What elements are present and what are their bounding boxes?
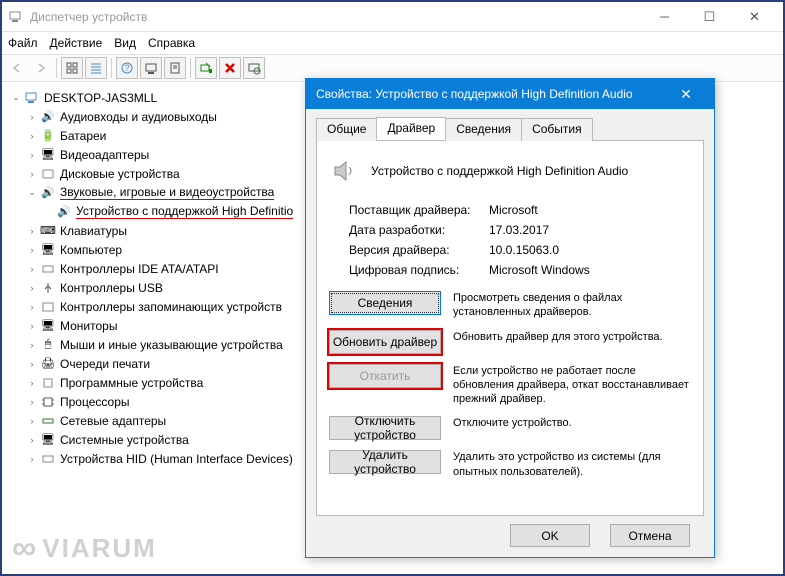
storage-icon xyxy=(40,299,56,315)
rollback-driver-button[interactable]: Откатить xyxy=(329,364,441,388)
driver-details-button[interactable]: Сведения xyxy=(329,291,441,315)
chevron-right-icon[interactable]: › xyxy=(26,111,38,123)
chevron-right-icon[interactable]: › xyxy=(26,415,38,427)
device-manager-icon xyxy=(8,9,24,25)
tool-scan[interactable] xyxy=(140,57,162,79)
tool-forward[interactable] xyxy=(30,57,52,79)
chevron-right-icon[interactable]: › xyxy=(26,339,38,351)
controller-icon xyxy=(40,261,56,277)
keyboard-icon: ⌨ xyxy=(40,223,56,239)
tool-back[interactable] xyxy=(6,57,28,79)
software-icon xyxy=(40,375,56,391)
computer-icon: 🖥 xyxy=(40,242,56,258)
system-icon: 🖥 xyxy=(40,432,56,448)
watermark: ∞VIARUM xyxy=(12,529,157,568)
desc-update: Обновить драйвер для этого устройства. xyxy=(453,330,691,344)
chevron-right-icon[interactable]: › xyxy=(26,225,38,237)
main-titlebar: Диспетчер устройств ─ ☐ ✕ xyxy=(2,2,783,32)
mouse-icon: 🖱 xyxy=(40,337,56,353)
speaker-icon: 🔊 xyxy=(40,185,56,201)
disable-device-button[interactable]: Отключить устройство xyxy=(329,416,441,440)
menu-file[interactable]: Файл xyxy=(8,36,38,50)
menu-action[interactable]: Действие xyxy=(50,36,103,50)
menubar: Файл Действие Вид Справка xyxy=(2,32,783,54)
menu-view[interactable]: Вид xyxy=(114,36,136,50)
update-driver-button[interactable]: Обновить драйвер xyxy=(329,330,441,354)
dialog-panel: Устройство с поддержкой High Definition … xyxy=(316,140,704,516)
value-signer: Microsoft Windows xyxy=(489,263,691,277)
desc-disable: Отключите устройство. xyxy=(453,416,691,430)
speaker-icon xyxy=(329,155,361,187)
battery-icon: 🔋 xyxy=(40,128,56,144)
close-button[interactable]: ✕ xyxy=(732,3,777,31)
value-version: 10.0.15063.0 xyxy=(489,243,691,257)
value-provider: Microsoft xyxy=(489,203,691,217)
usb-icon xyxy=(40,280,56,296)
tab-general[interactable]: Общие xyxy=(316,118,377,141)
chevron-right-icon[interactable]: › xyxy=(26,301,38,313)
chevron-right-icon[interactable]: › xyxy=(26,434,38,446)
dialog-titlebar[interactable]: Свойства: Устройство с поддержкой High D… xyxy=(306,79,714,109)
desc-details: Просмотреть сведения о файлах установлен… xyxy=(453,291,691,320)
label-provider: Поставщик драйвера: xyxy=(349,203,489,217)
label-signer: Цифровая подпись: xyxy=(349,263,489,277)
chevron-right-icon[interactable]: › xyxy=(26,453,38,465)
chevron-right-icon[interactable]: › xyxy=(26,244,38,256)
tool-help[interactable]: ? xyxy=(116,57,138,79)
dialog-tabs: Общие Драйвер Сведения События xyxy=(316,117,704,140)
desc-uninstall: Удалить это устройство из системы (для о… xyxy=(453,450,691,479)
maximize-button[interactable]: ☐ xyxy=(687,3,732,31)
chevron-right-icon[interactable]: › xyxy=(26,130,38,142)
speaker-icon: 🔊 xyxy=(56,204,72,220)
tab-details[interactable]: Сведения xyxy=(445,118,522,141)
chevron-right-icon[interactable]: › xyxy=(26,263,38,275)
tool-view-grid[interactable] xyxy=(61,57,83,79)
cpu-icon xyxy=(40,394,56,410)
display-icon: 🖥 xyxy=(40,147,56,163)
network-icon xyxy=(40,413,56,429)
label-version: Версия драйвера: xyxy=(349,243,489,257)
uninstall-device-button[interactable]: Удалить устройство xyxy=(329,450,441,474)
value-date: 17.03.2017 xyxy=(489,223,691,237)
chevron-down-icon[interactable]: ⌄ xyxy=(10,92,22,104)
chevron-right-icon[interactable]: › xyxy=(26,377,38,389)
menu-help[interactable]: Справка xyxy=(148,36,195,50)
chevron-right-icon[interactable]: › xyxy=(26,396,38,408)
chevron-right-icon[interactable]: › xyxy=(26,149,38,161)
printer-icon: 🖨 xyxy=(40,356,56,372)
chevron-right-icon[interactable]: › xyxy=(26,320,38,332)
ok-button[interactable]: OK xyxy=(510,524,590,547)
properties-dialog: Свойства: Устройство с поддержкой High D… xyxy=(305,78,715,558)
cancel-button[interactable]: Отмена xyxy=(610,524,690,547)
disk-icon xyxy=(40,166,56,182)
minimize-button[interactable]: ─ xyxy=(642,3,687,31)
tool-refresh[interactable] xyxy=(243,57,265,79)
audio-icon: 🔊 xyxy=(40,109,56,125)
monitor-icon: 🖥 xyxy=(40,318,56,334)
computer-icon xyxy=(24,90,40,106)
svg-text:?: ? xyxy=(124,63,129,73)
tab-driver[interactable]: Драйвер xyxy=(376,117,446,140)
window-title: Диспетчер устройств xyxy=(30,10,642,24)
device-name: Устройство с поддержкой High Definition … xyxy=(371,164,628,178)
chevron-right-icon[interactable]: › xyxy=(26,358,38,370)
tool-view-details[interactable] xyxy=(85,57,107,79)
tab-events[interactable]: События xyxy=(521,118,593,141)
chevron-right-icon[interactable]: › xyxy=(26,282,38,294)
tool-update-driver[interactable] xyxy=(195,57,217,79)
chevron-right-icon[interactable]: › xyxy=(26,168,38,180)
tool-properties[interactable] xyxy=(164,57,186,79)
label-date: Дата разработки: xyxy=(349,223,489,237)
tool-uninstall[interactable] xyxy=(219,57,241,79)
chevron-down-icon[interactable]: ⌄ xyxy=(26,187,38,199)
hid-icon xyxy=(40,451,56,467)
dialog-close-button[interactable]: ✕ xyxy=(668,80,704,108)
dialog-title: Свойства: Устройство с поддержкой High D… xyxy=(316,87,668,101)
desc-rollback: Если устройство не работает после обновл… xyxy=(453,364,691,407)
